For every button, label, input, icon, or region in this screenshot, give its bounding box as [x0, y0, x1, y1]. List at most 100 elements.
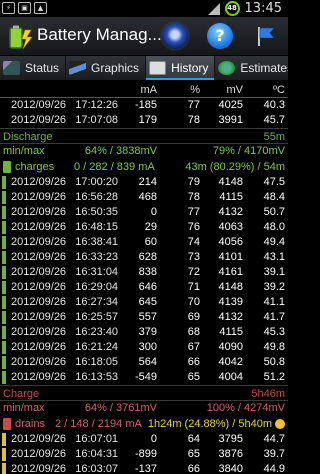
- row-datetime: 2012/09/26 16:03:07: [11, 463, 119, 474]
- row-temperature: 45.3: [263, 326, 285, 338]
- row-percent: 72: [187, 266, 200, 278]
- row-indicator: [2, 206, 6, 219]
- discharge-section-header[interactable]: Discharge 55m: [0, 128, 288, 144]
- row-percent: 66: [187, 463, 200, 474]
- row-indicator: [2, 251, 6, 264]
- estimates-icon: [218, 61, 236, 75]
- row-indicator: [2, 236, 6, 249]
- status-icons-left: ⚡ ▣ ▲: [2, 2, 47, 14]
- row-percent: 69: [187, 311, 200, 323]
- drains-counts: 2 / 148 / 2194 mA: [55, 418, 142, 430]
- table-row[interactable]: 2012/09/26 16:27:34 645 70 4139 41.1: [0, 295, 288, 310]
- discharge-duration: 55m: [263, 131, 285, 143]
- table-row[interactable]: 2012/09/26 16:07:01 0 64 3795 44.7: [0, 432, 288, 447]
- table-row[interactable]: 2012/09/26 17:00:20 214 79 4148 47.5: [0, 175, 288, 190]
- status-icons-right: 48 13:45: [207, 1, 282, 16]
- row-ma: 300: [138, 341, 157, 353]
- row-mv: 3795: [218, 433, 243, 445]
- table-row[interactable]: 2012/09/26 16:31:04 838 72 4161 39.1: [0, 265, 288, 280]
- help-icon[interactable]: ?: [207, 23, 233, 49]
- table-row[interactable]: 2012/09/26 16:23:40 379 68 4115 45.3: [0, 325, 288, 340]
- discharge-label: Discharge: [3, 131, 53, 143]
- minmax-min: 64% / 3838mV: [84, 145, 157, 157]
- minmax-max: 100% / 4274mV: [206, 402, 285, 414]
- row-mv: 4161: [218, 266, 243, 278]
- charge-section-header[interactable]: Charge 5h46m: [0, 385, 288, 401]
- minmax-label: min/max: [3, 145, 45, 157]
- row-ma: 645: [138, 296, 157, 308]
- header-ma: mA: [140, 84, 158, 96]
- table-row[interactable]: 2012/09/26 16:56:28 468 78 4115 48.4: [0, 190, 288, 205]
- row-temperature: 48.0: [263, 221, 285, 233]
- status-icon: [3, 61, 20, 75]
- tab-estimates[interactable]: Estimates: [215, 56, 288, 80]
- row-temperature: 49.4: [263, 236, 285, 248]
- tab-label: History: [171, 61, 209, 75]
- table-row[interactable]: 2012/09/26 16:50:35 0 77 4132 50.7: [0, 205, 288, 220]
- row-datetime: 2012/09/26 16:29:04: [11, 281, 119, 293]
- row-datetime: 2012/09/26 17:00:20: [11, 176, 119, 188]
- discharge-minmax: min/max 64% / 3838mV 79% / 4170mV: [0, 144, 288, 159]
- row-temperature: 47.5: [263, 176, 285, 188]
- row-temperature: 39.2: [263, 281, 285, 293]
- row-ma: 179: [138, 114, 157, 126]
- row-datetime: 2012/09/26 16:50:35: [11, 206, 119, 218]
- row-datetime: 2012/09/26 16:25:57: [11, 311, 119, 323]
- table-row[interactable]: 2012/09/26 16:38:41 60 74 4056 49.4: [0, 235, 288, 250]
- battery-app-icon: [9, 25, 33, 50]
- row-datetime: 2012/09/26 16:23:40: [11, 326, 119, 338]
- tab-status[interactable]: Status: [0, 56, 67, 80]
- row-mv: 4004: [218, 371, 243, 383]
- row-ma: 838: [138, 266, 157, 278]
- table-row[interactable]: 2012/09/26 16:21:24 300 67 4090 49.8: [0, 340, 288, 355]
- row-indicator: [2, 371, 6, 384]
- usb-icon: ⚡: [2, 2, 15, 14]
- row-indicator: [2, 433, 6, 446]
- table-row[interactable]: 2012/09/26 16:18:05 564 66 4042 50.8: [0, 355, 288, 370]
- row-datetime: 2012/09/26 16:13:53: [11, 371, 119, 383]
- flag-icon[interactable]: [254, 25, 276, 47]
- row-datetime: 2012/09/26 16:04:31: [11, 448, 119, 460]
- table-row[interactable]: 2012/09/26 16:25:57 557 69 4132 41.7: [0, 310, 288, 325]
- table-row[interactable]: 2012/09/26 16:29:04 646 71 4148 39.2: [0, 280, 288, 295]
- row-indicator: [2, 311, 6, 324]
- row-percent: 70: [187, 296, 200, 308]
- history-icon: [149, 61, 167, 75]
- table-row[interactable]: 2012/09/26 16:13:53 -549 65 4004 51.2: [0, 370, 288, 385]
- row-percent: 74: [187, 236, 200, 248]
- drains-label: drains: [15, 418, 45, 430]
- row-mv: 4025: [218, 99, 243, 111]
- row-mv: 4132: [218, 206, 243, 218]
- row-ma: 379: [138, 326, 157, 338]
- row-ma: -185: [134, 99, 157, 111]
- smiley-icon: [275, 419, 285, 429]
- tab-graphics[interactable]: Graphics: [66, 56, 147, 80]
- row-percent: 65: [187, 371, 200, 383]
- drains-duration: 1h24m (24.88%) / 5h40m: [147, 418, 272, 430]
- row-ma: 60: [144, 236, 157, 248]
- table-row[interactable]: 2012/09/26 17:07:08 179 78 3991 45.7: [0, 113, 288, 128]
- header-mv: mV: [226, 84, 244, 96]
- drains-summary[interactable]: drains 2 / 148 / 2194 mA 1h24m (24.88%) …: [0, 416, 288, 432]
- app-title: Battery Manag...: [37, 25, 162, 44]
- minmax-max: 79% / 4170mV: [212, 145, 285, 157]
- image-icon: ▲: [34, 2, 47, 14]
- charges-counts: 0 / 282 / 839 mA: [74, 161, 155, 173]
- charges-label: charges: [15, 161, 55, 173]
- table-row[interactable]: 2012/09/26 17:12:26 -185 77 4025 40.3: [0, 98, 288, 113]
- scan-icon[interactable]: [162, 23, 188, 49]
- row-indicator: [2, 176, 6, 189]
- row-percent: 77: [187, 99, 200, 111]
- charges-summary[interactable]: charges 0 / 282 / 839 mA 43m (80.29%) / …: [0, 159, 288, 175]
- table-row[interactable]: 2012/09/26 16:33:23 628 73 4101 43.1: [0, 250, 288, 265]
- history-list[interactable]: mA % mV ºC 2012/09/26 17:12:26 -185 77 4025…: [0, 80, 288, 474]
- row-temperature: 45.7: [263, 114, 285, 126]
- tab-label: Estimates: [240, 61, 288, 75]
- row-temperature: 40.3: [263, 99, 285, 111]
- tab-history[interactable]: History: [146, 56, 216, 80]
- row-temperature: 39.7: [263, 448, 285, 460]
- table-row[interactable]: 2012/09/26 16:04:31 -899 65 3876 39.7: [0, 447, 288, 462]
- header-percent: %: [190, 84, 200, 96]
- table-row[interactable]: 2012/09/26 16:03:07 -137 66 3840 44.9: [0, 462, 288, 474]
- table-row[interactable]: 2012/09/26 16:48:15 29 76 4063 48.0: [0, 220, 288, 235]
